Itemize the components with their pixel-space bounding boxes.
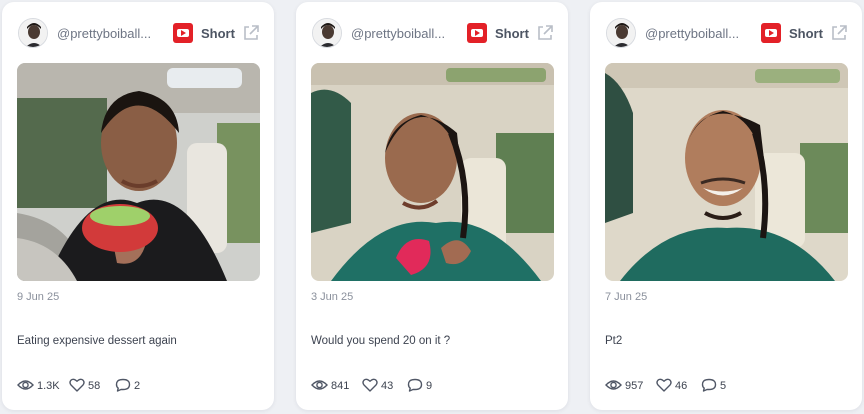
post-date: 3 Jun 25 [311,291,354,303]
youtube-icon [173,23,193,43]
author-handle[interactable]: @prettyboiball... [351,26,463,41]
post-card[interactable]: @prettyboiball... Short [296,2,568,410]
heart-icon [656,378,672,392]
views-count: 957 [625,380,644,392]
post-caption: Eating expensive dessert again [17,335,177,347]
avatar[interactable] [606,18,636,48]
comments-count: 5 [720,380,727,392]
post-caption: Pt2 [605,335,623,347]
post-stats: 1.3K 58 2 [17,377,257,395]
eye-icon [605,380,622,390]
views-count: 1.3K [37,380,60,392]
heart-icon [69,378,85,392]
likes-count: 43 [381,380,394,392]
comment-icon [701,378,717,392]
external-link-icon[interactable] [536,24,554,42]
card-header: @prettyboiball... Short [312,18,554,48]
youtube-icon [761,23,781,43]
media-type-label: Short [495,26,529,41]
likes-count: 46 [675,380,688,392]
eye-icon [17,380,34,390]
video-thumbnail[interactable] [17,63,260,281]
video-thumbnail[interactable] [311,63,554,281]
avatar[interactable] [18,18,48,48]
card-header: @prettyboiball... Short [18,18,260,48]
post-card[interactable]: @prettyboiball... Short [2,2,274,410]
card-header: @prettyboiball... Short [606,18,848,48]
comment-icon [407,378,423,392]
likes-count: 58 [88,380,101,392]
eye-icon [311,380,328,390]
external-link-icon[interactable] [830,24,848,42]
post-caption: Would you spend 20 on it ? [311,335,451,347]
external-link-icon[interactable] [242,24,260,42]
comment-icon [115,378,131,392]
media-type-label: Short [201,26,235,41]
post-grid: @prettyboiball... Short 9 Jun 25 Eating … [0,0,864,414]
post-stats: 841 43 9 [311,377,551,395]
youtube-icon [467,23,487,43]
post-date: 9 Jun 25 [17,291,60,303]
heart-icon [362,378,378,392]
post-date: 7 Jun 25 [605,291,648,303]
post-stats: 957 46 5 [605,377,845,395]
video-thumbnail[interactable] [605,63,848,281]
author-handle[interactable]: @prettyboiball... [645,26,757,41]
avatar[interactable] [312,18,342,48]
post-card[interactable]: @prettyboiball... Short [590,2,862,410]
comments-count: 9 [426,380,433,392]
media-type-label: Short [789,26,823,41]
comments-count: 2 [134,380,141,392]
author-handle[interactable]: @prettyboiball... [57,26,169,41]
views-count: 841 [331,380,350,392]
